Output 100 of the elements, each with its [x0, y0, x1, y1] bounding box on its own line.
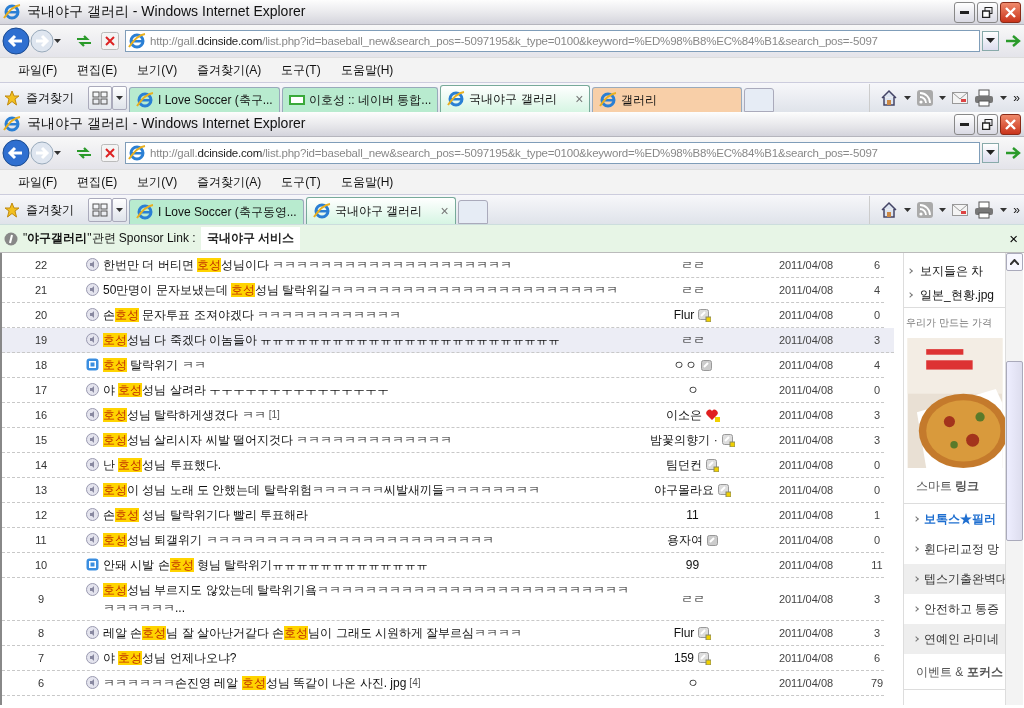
post-title-link[interactable]: 손호성 문자투표 조져야겠다 ㅋㅋㅋㅋㅋㅋㅋㅋㅋㅋㅋㅋ [103, 306, 401, 324]
sidebar-link[interactable]: 일본_현황.jpg [920, 286, 995, 304]
sidebar-link[interactable]: 보지들은 차 [920, 262, 984, 280]
menu-item[interactable]: 편집(E) [77, 173, 118, 191]
restore-button[interactable] [977, 1, 998, 23]
menu-item[interactable]: 도구(T) [281, 173, 321, 191]
browser-tab[interactable]: 국내야구 갤러리 × [305, 197, 456, 224]
more-tools-button[interactable]: » [1013, 203, 1020, 217]
post-title-link[interactable]: 손호성 성님 탈락위기다 빨리 투표해라 [103, 506, 309, 524]
scroll-thumb[interactable] [1006, 361, 1023, 541]
address-field[interactable]: http://gall.dcinside.com/list.php?id=baseball_new&search_pos=-5097195&k_type=0100&keyword=%ED%98%B8%EC%84%B1&search_pos=-5097 [125, 30, 980, 52]
print-icon[interactable] [974, 201, 995, 219]
browser-tab[interactable]: I Love Soccer (축구동영... [129, 199, 304, 224]
menu-item[interactable]: 보기(V) [137, 61, 178, 79]
caret-icon[interactable] [1000, 95, 1008, 101]
address-dropdown-button[interactable] [982, 143, 999, 163]
close-button[interactable]: × [1007, 230, 1020, 247]
speaker-icon [86, 583, 99, 596]
star-icon[interactable] [4, 202, 20, 218]
post-title-link[interactable]: 야 호성성님 살려라 ㅜㅜㅜㅜㅜㅜㅜㅜㅜㅜㅜㅜㅜㅜㅜ [103, 381, 389, 399]
browser-tab[interactable]: 이호성 :: 네이버 통합... [281, 87, 439, 112]
menu-item[interactable]: 도움말(H) [340, 61, 394, 79]
tab-list-button[interactable] [112, 198, 127, 222]
scrollbar[interactable] [1005, 253, 1023, 705]
stop-button[interactable] [101, 32, 119, 50]
back-button[interactable] [2, 139, 30, 167]
post-title-link[interactable]: 호성성님 다 죽겠다 이놈들아 ㅠㅠㅠㅠㅠㅠㅠㅠㅠㅠㅠㅠㅠㅠㅠㅠㅠㅠㅠㅠㅠㅠㅠㅠㅠ [103, 331, 561, 349]
print-icon[interactable] [974, 89, 995, 107]
post-title-link[interactable]: 호성이 성님 노래 도 안했는데 탈락위험ㅋㅋㅋㅋㅋㅋ씨발새끼들ㅋㅋㅋㅋㅋㅋㅋㅋ [103, 481, 540, 499]
menu-item[interactable]: 도구(T) [281, 61, 321, 79]
quick-tabs-button[interactable] [88, 198, 112, 222]
menu-item[interactable]: 보기(V) [137, 173, 178, 191]
tab-close-button[interactable]: × [440, 203, 449, 219]
post-title-link[interactable]: 한번만 더 버티면 호성성님이다 ㅋㅋㅋㅋㅋㅋㅋㅋㅋㅋㅋㅋㅋㅋㅋㅋㅋㅋㅋㅋ [103, 256, 513, 274]
post-title-link[interactable]: 야 호성성님 언제나오냐? [103, 649, 237, 667]
refresh-button[interactable] [75, 33, 93, 49]
home-icon[interactable] [880, 89, 899, 107]
post-title-link[interactable]: 호성성님 부르지도 않았는데 탈락위기욬ㅋㅋㅋㅋㅋㅋㅋㅋㅋㅋㅋㅋㅋㅋㅋㅋㅋㅋㅋㅋㅋㅋㅋㅋㅋㅋㅋㅋㅋㅋㅋㅋ... [103, 581, 635, 617]
history-caret-icon[interactable] [54, 150, 61, 156]
post-title-link[interactable]: 레알 손호성님 잘 살아난거같다 손호성님이 그래도 시원하게 잘부르심ㅋㅋㅋㅋ [103, 624, 523, 642]
post-title-link[interactable]: 호성성님 퇴갤위기 ㅋㅋㅋㅋㅋㅋㅋㅋㅋㅋㅋㅋㅋㅋㅋㅋㅋㅋㅋㅋㅋㅋㅋㅋ [103, 531, 494, 549]
mail-icon[interactable] [952, 92, 969, 104]
stop-button[interactable] [101, 144, 119, 162]
speaker-icon [86, 383, 99, 396]
menu-item[interactable]: 편집(E) [77, 61, 118, 79]
home-icon[interactable] [880, 201, 899, 219]
post-number: 20 [33, 309, 49, 321]
menu-item[interactable]: 도움말(H) [340, 173, 394, 191]
address-dropdown-button[interactable] [982, 31, 999, 51]
tab-close-button[interactable]: × [575, 91, 584, 107]
close-button[interactable] [1000, 1, 1021, 23]
caret-icon[interactable] [939, 207, 947, 213]
refresh-button[interactable] [75, 145, 93, 161]
caret-icon[interactable] [1000, 207, 1008, 213]
post-title-link[interactable]: ㅋㅋㅋㅋㅋㅋ손진영 레알 호성성님 똑같이 나온 사진. jpg [103, 674, 407, 692]
go-button[interactable] [1004, 145, 1022, 161]
address-field[interactable]: http://gall.dcinside.com/list.php?id=baseball_new&search_pos=-5097195&k_type=0100&keyword=%ED%98%B8%EC%84%B1&search_pos=-5097 [125, 142, 980, 164]
post-date: 2011/04/08 [777, 627, 835, 639]
post-number: 19 [33, 334, 49, 346]
sidebar-link[interactable]: 휜다리교정 망 [924, 540, 1000, 558]
scroll-up-button[interactable] [1006, 253, 1023, 271]
sidebar-link[interactable]: 안전하고 통증 [924, 600, 1000, 618]
favorites-button[interactable]: 즐겨찾기 [26, 89, 74, 107]
caret-icon[interactable] [116, 207, 123, 213]
post-title-link[interactable]: 50만명이 문자보냈는데 호성성님 탈락위길ㅋㅋㅋㅋㅋㅋㅋㅋㅋㅋㅋㅋㅋㅋㅋㅋㅋㅋㅋㅋㅋㅋㅋㅋ [103, 281, 619, 299]
menu-item[interactable]: 파일(F) [18, 61, 58, 79]
caret-icon[interactable] [116, 95, 123, 101]
menu-item[interactable]: 즐겨찾기(A) [197, 173, 262, 191]
post-title-link[interactable]: 안돼 시발 손호성 형님 탈락위기ㅠㅠㅠㅠㅠㅠㅠㅠㅠㅠㅠㅠㅠ [103, 556, 429, 574]
post-title-link[interactable]: 호성 탈락위기 ㅋㅋ [103, 356, 206, 374]
back-button[interactable] [2, 27, 30, 55]
browser-tab[interactable]: 국내야구 갤러리 × [440, 85, 591, 112]
restore-button[interactable] [977, 113, 998, 135]
post-title-link[interactable]: 호성성님 탈락하게생겼다 ㅋㅋ [103, 406, 266, 424]
more-tools-button[interactable]: » [1013, 91, 1020, 105]
browser-tab[interactable]: I Love Soccer (축구... [129, 87, 280, 112]
menu-item[interactable]: 즐겨찾기(A) [197, 61, 262, 79]
quick-tabs-button[interactable] [88, 86, 112, 110]
star-icon[interactable] [4, 90, 20, 106]
close-button[interactable] [1000, 113, 1021, 135]
tab-list-button[interactable] [112, 86, 127, 110]
page-icon [312, 202, 331, 220]
author-name: 팀던컨 [666, 456, 702, 474]
author-name: Flur [673, 626, 695, 640]
history-caret-icon[interactable] [54, 38, 61, 44]
caret-icon[interactable] [939, 95, 947, 101]
post-title-link[interactable]: 호성성님 살리시자 씨발 떨어지것다 ㅋㅋㅋㅋㅋㅋㅋㅋㅋㅋㅋㅋㅋ [103, 431, 453, 449]
menu-item[interactable]: 파일(F) [18, 173, 58, 191]
post-number: 16 [33, 409, 49, 421]
sponsor-link[interactable]: 국내야구 서비스 [200, 227, 300, 250]
caret-icon[interactable] [904, 207, 912, 213]
go-button[interactable] [1004, 33, 1022, 49]
favorites-button[interactable]: 즐겨찾기 [26, 201, 74, 219]
caret-icon[interactable] [904, 95, 912, 101]
minimize-button[interactable] [954, 113, 975, 135]
browser-tab[interactable]: 갤러리 [592, 87, 743, 112]
sidebar-link[interactable]: 보톡스★필러 [924, 510, 996, 528]
mail-icon[interactable] [952, 204, 969, 216]
post-title-link[interactable]: 난 호성성님 투표했다. [103, 456, 221, 474]
minimize-button[interactable] [954, 1, 975, 23]
